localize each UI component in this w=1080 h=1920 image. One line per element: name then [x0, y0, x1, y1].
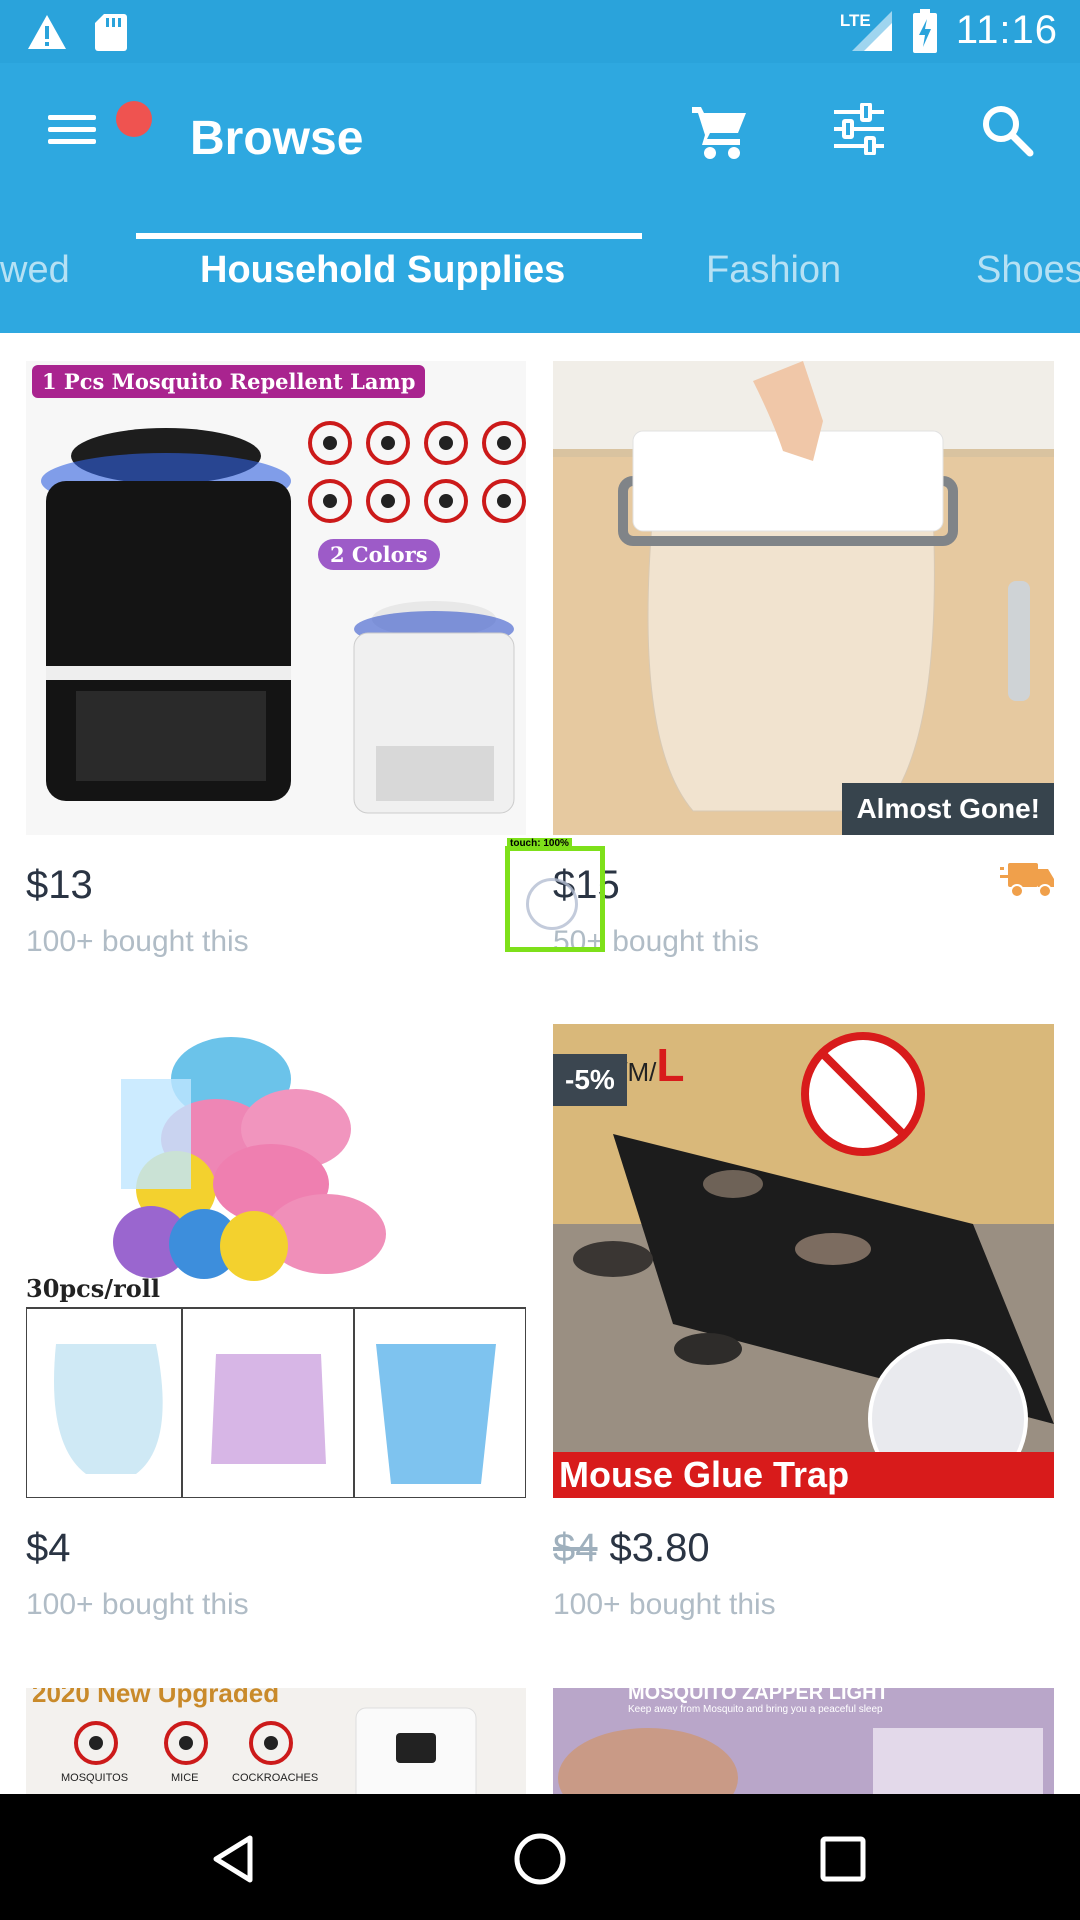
- back-icon: [213, 1835, 253, 1883]
- image-label: COCKROACHES: [232, 1772, 319, 1784]
- tab-indicator: [136, 233, 642, 239]
- home-button[interactable]: [505, 1824, 575, 1894]
- tab-borrowed[interactable]: wed: [0, 249, 70, 292]
- product-bought-count: 100+ bought this: [553, 1588, 776, 1621]
- image-caption: Mouse Glue Trap: [559, 1454, 850, 1495]
- navigation-bar: [0, 1794, 1080, 1920]
- status-bar: LTE 11:16: [0, 0, 1080, 63]
- sale-price: $3.80: [609, 1526, 710, 1570]
- menu-button[interactable]: [44, 101, 152, 153]
- page-title: Browse: [190, 112, 364, 165]
- cart-button[interactable]: [690, 103, 760, 169]
- signal-icon: LTE: [840, 9, 894, 53]
- product-image: XS/S/M/L -5% Mouse Glue Trap: [553, 1024, 1054, 1498]
- product-image: 2020 New Upgraded MOSQUITOS MICE COCKROA…: [26, 1688, 526, 1794]
- home-icon: [514, 1833, 566, 1885]
- product-card[interactable]: Almost Gone! $15 50+ bought this: [540, 333, 1080, 973]
- discount-badge: -5%: [553, 1054, 627, 1106]
- menu-icon: [48, 115, 96, 120]
- product-image: 1 Pcs Mosquito Repellent Lamp 2 Colors: [26, 361, 526, 835]
- product-price: $4: [26, 1526, 71, 1570]
- product-card[interactable]: 1 Pcs Mosquito Repellent Lamp 2 Colors $…: [0, 333, 540, 973]
- product-bought-count: 100+ bought this: [26, 1588, 249, 1621]
- filter-icon: [834, 102, 884, 156]
- back-button[interactable]: [200, 1824, 270, 1894]
- product-card[interactable]: XS/S/M/L -5% Mouse Glue Trap $4$3.80 100…: [540, 996, 1080, 1636]
- product-card[interactable]: 2020 New Upgraded MOSQUITOS MICE COCKROA…: [0, 1660, 540, 1794]
- recents-button[interactable]: [808, 1824, 878, 1894]
- product-card[interactable]: 30pcs/roll $4 100+ bought this: [0, 996, 540, 1636]
- tab-fashion[interactable]: Fashion: [706, 249, 841, 292]
- search-button[interactable]: [980, 103, 1050, 169]
- category-tabs: wed Household Supplies Fashion Shoes: [0, 223, 1080, 333]
- cart-icon: [692, 107, 746, 159]
- notification-dot: [116, 101, 152, 137]
- almost-gone-badge: Almost Gone!: [842, 783, 1054, 835]
- tab-household-supplies[interactable]: Household Supplies: [200, 249, 565, 292]
- image-caption-colors: 2 Colors: [318, 539, 440, 570]
- recents-icon: [820, 1836, 866, 1882]
- product-price: $13: [26, 863, 93, 907]
- truck-icon: [1000, 863, 1054, 898]
- search-icon: [983, 106, 1034, 157]
- product-image: Almost Gone!: [553, 361, 1054, 835]
- touch-label: touch: 100%: [507, 838, 572, 849]
- battery-charging-icon: [912, 8, 937, 53]
- image-caption: 30pcs/roll: [26, 1274, 160, 1303]
- tab-shoes[interactable]: Shoes: [976, 249, 1080, 292]
- sd-card-icon: [95, 14, 127, 51]
- warning-icon: [28, 15, 66, 49]
- product-card[interactable]: MOSQUITO ZAPPER LIGHT Keep away from Mos…: [540, 1660, 1080, 1794]
- touch-circle: [526, 878, 578, 930]
- app-bar: Browse wed Household Supplies Fashion Sh…: [0, 63, 1080, 333]
- product-price: $4 $3.80: [553, 1526, 710, 1571]
- original-price: $4: [553, 1526, 598, 1570]
- image-label: MOSQUITOS: [61, 1772, 129, 1784]
- product-image: 30pcs/roll: [26, 1024, 526, 1498]
- filter-button[interactable]: [832, 102, 902, 169]
- image-label: MICE: [171, 1772, 199, 1784]
- product-image: MOSQUITO ZAPPER LIGHT Keep away from Mos…: [553, 1688, 1054, 1794]
- status-time: 11:16: [955, 8, 1058, 52]
- product-bought-count: 100+ bought this: [26, 925, 249, 958]
